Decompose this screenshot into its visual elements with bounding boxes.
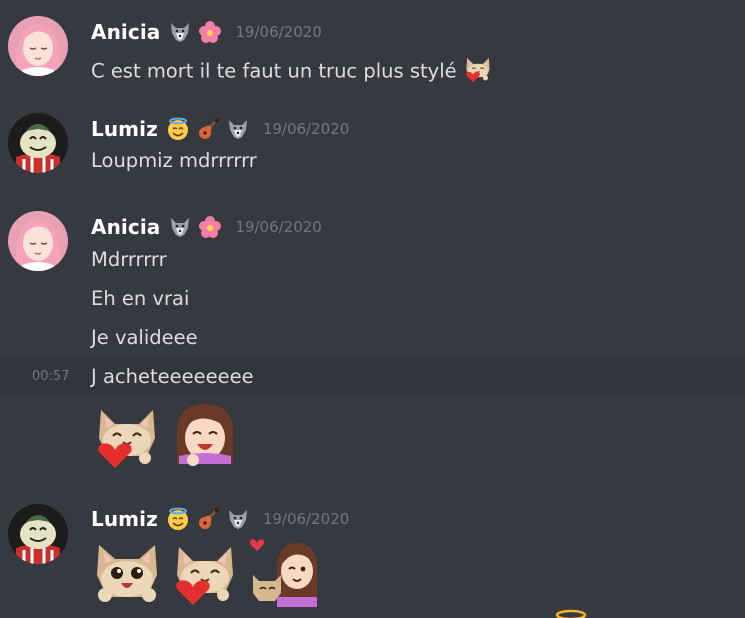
emoji-row xyxy=(91,535,319,607)
message-header: Anicia 19/06/2020 xyxy=(91,18,322,46)
guitar-icon xyxy=(196,507,220,531)
anicia-avatar[interactable] xyxy=(8,16,68,76)
halo-smile-icon xyxy=(166,507,190,531)
chat-messages: Anicia 19/06/2020 C est mort il te faut … xyxy=(0,0,745,618)
cat-heart-icon xyxy=(463,53,493,91)
wolf-icon xyxy=(168,215,192,239)
message-header: Anicia 19/06/2020 xyxy=(91,213,322,241)
username[interactable]: Anicia xyxy=(91,20,160,44)
message-text: Je valideee xyxy=(91,326,198,349)
message-timestamp: 19/06/2020 xyxy=(262,120,350,138)
username[interactable]: Anicia xyxy=(91,215,160,239)
message-text-content: C est mort il te faut un truc plus stylé xyxy=(91,59,457,83)
username[interactable]: Lumiz xyxy=(91,507,158,531)
cat-heart-icon[interactable] xyxy=(169,535,241,607)
message-timestamp: 19/06/2020 xyxy=(235,218,322,236)
message-header: Lumiz 19/06/2020 xyxy=(91,505,349,533)
lumiz-avatar[interactable] xyxy=(8,504,68,564)
message-text: Mdrrrrrr xyxy=(91,248,167,271)
lumiz-avatar[interactable] xyxy=(8,113,68,173)
anicia-avatar[interactable] xyxy=(8,211,68,271)
girl-with-cat-icon[interactable] xyxy=(247,535,319,607)
message-header: Lumiz 19/06/2020 xyxy=(91,115,349,143)
cat-heart-icon[interactable] xyxy=(91,398,163,470)
cat-happy-icon[interactable] xyxy=(91,535,163,607)
wolf-icon xyxy=(226,117,250,141)
message-text: Loupmiz mdrrrrrr xyxy=(91,149,257,172)
message-text: C est mort il te faut un truc plus stylé xyxy=(91,53,493,81)
wolf-icon xyxy=(226,507,250,531)
flower-icon xyxy=(198,215,222,239)
message-timestamp: 19/06/2020 xyxy=(262,510,350,528)
halo-smile-icon xyxy=(166,117,190,141)
emoji-row xyxy=(91,398,241,470)
message-text: Eh en vrai xyxy=(91,287,190,310)
message-timestamp: 19/06/2020 xyxy=(235,23,322,41)
username[interactable]: Lumiz xyxy=(91,117,158,141)
message-text: J acheteeeeeeee xyxy=(91,365,254,388)
flower-icon xyxy=(198,20,222,44)
message-hover-timestamp: 00:57 xyxy=(32,369,70,384)
wolf-icon xyxy=(168,20,192,44)
halo-smile-icon xyxy=(553,604,589,618)
guitar-icon xyxy=(196,117,220,141)
girl-laughing-icon[interactable] xyxy=(169,398,241,470)
